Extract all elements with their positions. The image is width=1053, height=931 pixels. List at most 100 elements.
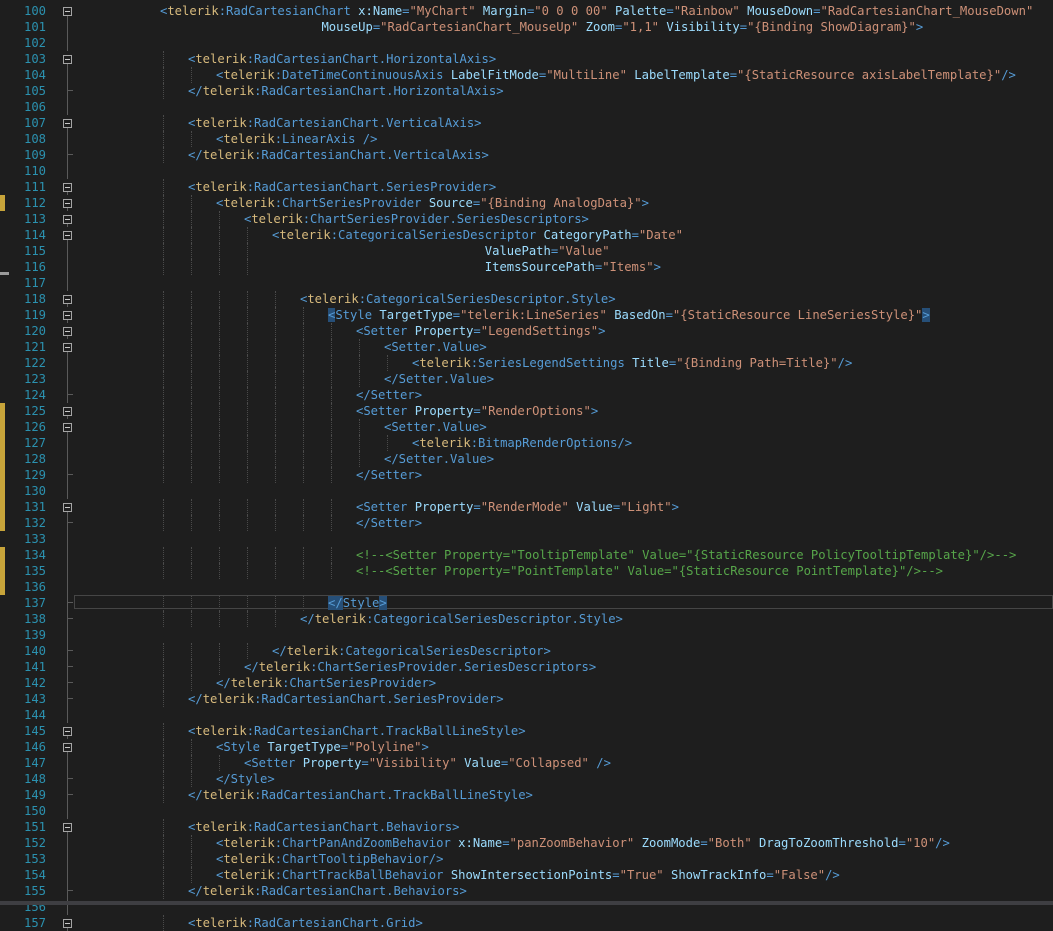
code-text[interactable]: <Style TargetType="telerik:LineSeries" B…	[328, 307, 930, 323]
code-line[interactable]: 151 <telerik:RadCartesianChart.Behaviors>	[0, 819, 1053, 835]
code-line[interactable]: 124 </Setter>	[0, 387, 1053, 403]
code-line[interactable]: 125 <Setter Property="RenderOptions">	[0, 403, 1053, 419]
code-line[interactable]: 101 MouseUp = "RadCartesianChart_MouseUp" …	[0, 19, 1053, 35]
code-line[interactable]: 117	[0, 275, 1053, 291]
fold-toggle-icon[interactable]	[63, 311, 72, 320]
fold-toggle-icon[interactable]	[63, 343, 72, 352]
code-line[interactable]: 144	[0, 707, 1053, 723]
code-text[interactable]: <telerik:ChartTrackBallBehavior ShowInte…	[216, 867, 840, 883]
code-line[interactable]: 134 <!--<Setter Property="TooltipTemplate…	[0, 547, 1053, 563]
code-text[interactable]: <telerik:RadCartesianChart.SeriesProvide…	[188, 179, 496, 195]
code-line[interactable]: 113 <telerik:ChartSeriesProvider.SeriesDe…	[0, 211, 1053, 227]
code-line[interactable]: 146 <Style TargetType="Polyline">	[0, 739, 1053, 755]
code-line[interactable]: 112 <telerik:ChartSeriesProvider Source="…	[0, 195, 1053, 211]
code-text[interactable]: <telerik:CategoricalSeriesDescriptor Cat…	[272, 227, 683, 243]
code-line[interactable]: 141 </telerik:ChartSeriesProvider.SeriesD…	[0, 659, 1053, 675]
code-line[interactable]: 114 <telerik:CategoricalSeriesDescriptor …	[0, 227, 1053, 243]
code-text[interactable]: </telerik:ChartSeriesProvider.SeriesDesc…	[244, 659, 596, 675]
code-line[interactable]: 148 </Style>	[0, 771, 1053, 787]
code-line[interactable]: 133	[0, 531, 1053, 547]
code-line[interactable]: 129 </Setter>	[0, 467, 1053, 483]
code-line[interactable]: 118 <telerik:CategoricalSeriesDescriptor.…	[0, 291, 1053, 307]
code-text[interactable]: </telerik:RadCartesianChart.Behaviors>	[188, 883, 467, 899]
code-text[interactable]: ItemsSourcePath="Items">	[272, 259, 661, 275]
code-line[interactable]: 130	[0, 483, 1053, 499]
code-line[interactable]: 137 </Style>	[0, 595, 1053, 611]
code-text[interactable]: <telerik:ChartPanAndZoomBehavior x:Name=…	[216, 835, 950, 851]
code-line[interactable]: 152 <telerik:ChartPanAndZoomBehavior x:Na…	[0, 835, 1053, 851]
code-editor[interactable]: 100 <telerik:RadCartesianChart x:Name="My…	[0, 0, 1053, 931]
fold-toggle-icon[interactable]	[63, 727, 72, 736]
code-line[interactable]: 136	[0, 579, 1053, 595]
code-line[interactable]: 143 </telerik:RadCartesianChart.SeriesPro…	[0, 691, 1053, 707]
code-text[interactable]: <Setter Property="LegendSettings">	[356, 323, 606, 339]
code-text[interactable]: <telerik:CategoricalSeriesDescriptor.Sty…	[300, 291, 616, 307]
code-text[interactable]: </Setter>	[356, 387, 422, 403]
code-text[interactable]: </telerik:CategoricalSeriesDescriptor>	[272, 643, 551, 659]
code-line[interactable]: 102	[0, 35, 1053, 51]
code-line[interactable]: 140 </telerik:CategoricalSeriesDescriptor…	[0, 643, 1053, 659]
code-line[interactable]: 122 <telerik:SeriesLegendSettings Title="…	[0, 355, 1053, 371]
fold-toggle-icon[interactable]	[63, 503, 72, 512]
code-line[interactable]: 149 </telerik:RadCartesianChart.TrackBall…	[0, 787, 1053, 803]
code-text[interactable]: <telerik:RadCartesianChart.TrackBallLine…	[188, 723, 526, 739]
code-line[interactable]: 145 <telerik:RadCartesianChart.TrackBallL…	[0, 723, 1053, 739]
code-text[interactable]: <telerik:RadCartesianChart.Behaviors>	[188, 819, 460, 835]
code-text[interactable]: <Setter Property="RenderOptions">	[356, 403, 598, 419]
code-line[interactable]: 157 <telerik:RadCartesianChart.Grid>	[0, 915, 1053, 931]
code-text[interactable]: <telerik:DateTimeContinuousAxis LabelFit…	[216, 67, 1016, 83]
fold-toggle-icon[interactable]	[63, 295, 72, 304]
fold-toggle-icon[interactable]	[63, 823, 72, 832]
code-text[interactable]: ValuePath="Value"	[272, 243, 610, 259]
code-text[interactable]: </Style>	[216, 771, 275, 787]
code-text[interactable]: </telerik:RadCartesianChart.TrackBallLin…	[188, 787, 533, 803]
code-text[interactable]: </Setter>	[356, 467, 422, 483]
code-text[interactable]: <Setter Property="RenderMode" Value="Lig…	[356, 499, 679, 515]
code-line[interactable]: 132 </Setter>	[0, 515, 1053, 531]
code-line[interactable]: 105 </telerik:RadCartesianChart.Horizonta…	[0, 83, 1053, 99]
code-line[interactable]: 104 <telerik:DateTimeContinuousAxis Label…	[0, 67, 1053, 83]
code-line[interactable]: 155 </telerik:RadCartesianChart.Behaviors…	[0, 883, 1053, 899]
code-text[interactable]: </telerik:CategoricalSeriesDescriptor.St…	[300, 611, 623, 627]
code-line[interactable]: 128 </Setter.Value>	[0, 451, 1053, 467]
code-line[interactable]: 123 </Setter.Value>	[0, 371, 1053, 387]
code-line[interactable]: 115 ValuePath="Value"	[0, 243, 1053, 259]
code-text[interactable]: <Setter Property="Visibility" Value="Col…	[244, 755, 611, 771]
code-line[interactable]: 108 <telerik:LinearAxis />	[0, 131, 1053, 147]
code-line[interactable]: 154 <telerik:ChartTrackBallBehavior ShowI…	[0, 867, 1053, 883]
code-text[interactable]: </telerik:RadCartesianChart.HorizontalAx…	[188, 83, 504, 99]
code-line[interactable]: 150	[0, 803, 1053, 819]
code-text[interactable]: <!--<Setter Property="TooltipTemplate" V…	[356, 547, 1016, 563]
code-text[interactable]: </telerik:RadCartesianChart.VerticalAxis…	[188, 147, 489, 163]
fold-toggle-icon[interactable]	[63, 199, 72, 208]
code-text[interactable]: <telerik:RadCartesianChart.VerticalAxis>	[188, 115, 482, 131]
fold-toggle-icon[interactable]	[63, 55, 72, 64]
code-text[interactable]: <telerik:SeriesLegendSettings Title="{Bi…	[412, 355, 852, 371]
code-line[interactable]: 119 <Style TargetType="telerik:LineSeries…	[0, 307, 1053, 323]
code-line[interactable]: 127 <telerik:BitmapRenderOptions/>	[0, 435, 1053, 451]
code-text[interactable]: <telerik:BitmapRenderOptions/>	[412, 435, 632, 451]
code-text[interactable]: </Setter.Value>	[384, 451, 494, 467]
code-line[interactable]: 116 ItemsSourcePath="Items">	[0, 259, 1053, 275]
code-line[interactable]: 138 </telerik:CategoricalSeriesDescriptor…	[0, 611, 1053, 627]
code-text[interactable]: <Style TargetType="Polyline">	[216, 739, 429, 755]
code-line[interactable]: 153 <telerik:ChartTooltipBehavior/>	[0, 851, 1053, 867]
fold-toggle-icon[interactable]	[63, 7, 72, 16]
code-line[interactable]: 106	[0, 99, 1053, 115]
code-text[interactable]: <telerik:ChartSeriesProvider Source="{Bi…	[216, 195, 649, 211]
code-text[interactable]: <telerik:RadCartesianChart.HorizontalAxi…	[188, 51, 496, 67]
code-text[interactable]: MouseUp = "RadCartesianChart_MouseUp" Zoom…	[160, 19, 923, 35]
code-line[interactable]: 107 <telerik:RadCartesianChart.VerticalAx…	[0, 115, 1053, 131]
fold-toggle-icon[interactable]	[63, 423, 72, 432]
fold-toggle-icon[interactable]	[63, 743, 72, 752]
code-line[interactable]: 111 <telerik:RadCartesianChart.SeriesProv…	[0, 179, 1053, 195]
fold-toggle-icon[interactable]	[63, 183, 72, 192]
fold-toggle-icon[interactable]	[63, 215, 72, 224]
code-line[interactable]: 120 <Setter Property="LegendSettings">	[0, 323, 1053, 339]
fold-toggle-icon[interactable]	[63, 407, 72, 416]
code-line[interactable]: 126 <Setter.Value>	[0, 419, 1053, 435]
code-line[interactable]: 135 <!--<Setter Property="PointTemplate" …	[0, 563, 1053, 579]
code-text[interactable]: <telerik:ChartSeriesProvider.SeriesDescr…	[244, 211, 589, 227]
code-text[interactable]: </telerik:RadCartesianChart.SeriesProvid…	[188, 691, 504, 707]
code-text[interactable]: </Setter>	[356, 515, 422, 531]
